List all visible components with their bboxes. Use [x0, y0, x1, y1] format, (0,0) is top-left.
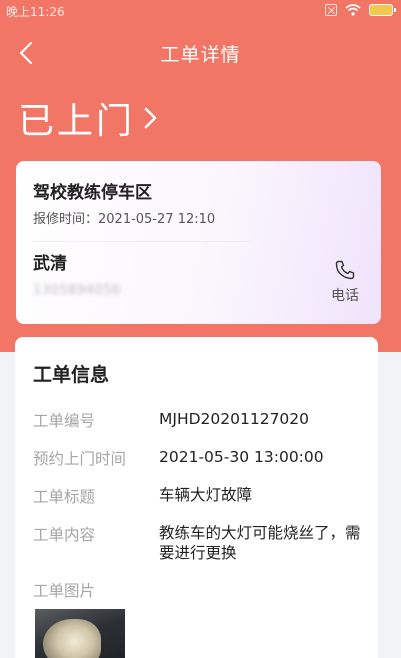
work-order-info-card: 工单信息 工单编号 MJHD20201127020 预约上门时间 2021-05… [15, 337, 378, 658]
battery-icon [369, 4, 396, 16]
wifi-icon [345, 4, 361, 16]
info-label: 工单编号 [33, 412, 96, 430]
info-row-title: 工单标题 车辆大灯故障 [33, 485, 366, 507]
order-status-label: 已上门 [18, 101, 136, 142]
report-time-row: 报修时间：2021-05-27 12:10 [33, 208, 215, 227]
info-row-order-number: 工单编号 MJHD20201127020 [33, 409, 366, 431]
section-title: 工单信息 [33, 364, 110, 386]
page-title: 工单详情 [160, 44, 241, 66]
headlight-photo [43, 619, 101, 658]
info-value: MJHD20201127020 [159, 410, 310, 428]
work-order-image-thumbnail[interactable] [35, 609, 125, 658]
info-row-appointment-time: 预约上门时间 2021-05-30 13:00:00 [33, 447, 366, 469]
order-status-link[interactable]: 已上门 [18, 92, 161, 144]
info-label: 工单内容 [33, 526, 96, 544]
contact-phone: 1305894056 [33, 283, 121, 298]
call-label: 电话 [331, 288, 359, 304]
contact-name: 武清 [33, 254, 67, 274]
call-button[interactable]: 电话 [325, 259, 365, 305]
status-icons [325, 4, 396, 16]
images-label: 工单图片 [33, 582, 96, 600]
contact-card: 驾校教练停车区 报修时间：2021-05-27 12:10 武清 1305894… [16, 161, 381, 324]
phone-icon [335, 260, 355, 280]
status-bar: 晚上11:26 [0, 0, 401, 22]
chevron-right-icon [144, 107, 157, 129]
info-label: 预约上门时间 [33, 450, 127, 468]
report-time-label: 报修时间： [33, 212, 99, 227]
info-row-content: 工单内容 教练车的大灯可能烧丝了，需要进行更换 [33, 523, 366, 563]
info-value: 教练车的大灯可能烧丝了，需要进行更换 [159, 524, 361, 562]
status-time: 晚上11:26 [6, 5, 65, 19]
info-label: 工单标题 [33, 488, 96, 506]
info-value: 车辆大灯故障 [159, 486, 253, 504]
nav-bar: 工单详情 [0, 28, 401, 78]
info-value: 2021-05-30 13:00:00 [159, 448, 324, 466]
report-time-value: 2021-05-27 12:10 [98, 212, 216, 227]
location-name: 驾校教练停车区 [33, 183, 152, 203]
no-sim-icon [325, 4, 337, 16]
divider [33, 241, 251, 242]
